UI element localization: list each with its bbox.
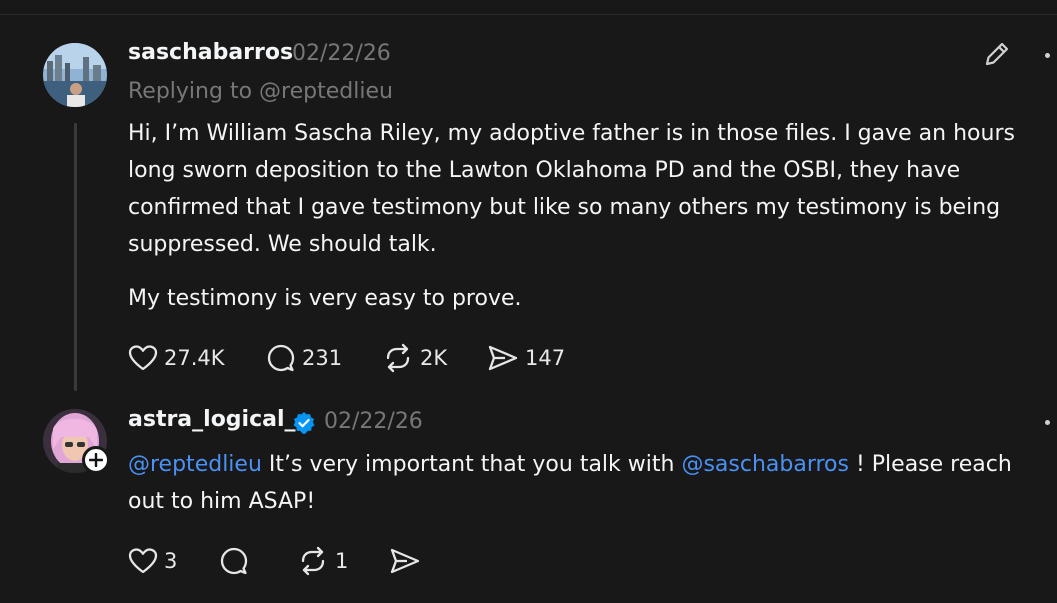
edit-icon[interactable]: [983, 40, 1011, 72]
post-username[interactable]: astra_logical_: [128, 407, 296, 432]
repost-count: 2K: [420, 346, 448, 370]
comment-icon: [267, 344, 295, 372]
mention-link[interactable]: @saschabarros: [681, 452, 849, 477]
post-text: Hi, I’m William Sascha Riley, my adoptiv…: [128, 121, 1015, 257]
post-actions: 27.4K 231 2K 147: [128, 342, 565, 374]
share-icon: [390, 548, 420, 574]
repost-icon: [386, 343, 410, 373]
like-count: 27.4K: [164, 346, 225, 370]
heart-icon: [128, 548, 158, 574]
plus-icon: [89, 453, 103, 467]
repost-count: 1: [335, 549, 349, 573]
like-button[interactable]: 3: [128, 546, 219, 576]
post-text-2: My testimony is very easy to prove.: [128, 286, 522, 311]
thread-line: [74, 123, 77, 391]
post-date[interactable]: 02/22/26: [324, 409, 423, 434]
share-button[interactable]: [389, 546, 421, 576]
replying-handle[interactable]: @reptedlieu: [259, 79, 393, 104]
comment-button[interactable]: [219, 546, 297, 576]
comment-count: 231: [302, 346, 343, 370]
share-icon: [488, 345, 518, 371]
post-text: @reptedlieu It’s very important that you…: [128, 446, 1048, 520]
follow-plus-button[interactable]: [82, 446, 110, 474]
repost-button[interactable]: 1: [297, 545, 389, 577]
replying-prefix: Replying to: [128, 79, 260, 104]
replying-to: Replying to @reptedlieu: [128, 79, 393, 104]
more-options-icon[interactable]: [1045, 420, 1050, 425]
top-divider: [0, 14, 1057, 15]
heart-icon: [128, 345, 158, 371]
verified-badge-icon: [292, 411, 316, 439]
post-date[interactable]: 02/22/26: [292, 41, 391, 66]
share-button[interactable]: 147: [487, 343, 565, 373]
share-count: 147: [525, 346, 566, 370]
post-username[interactable]: saschabarros: [128, 40, 293, 65]
more-options-icon[interactable]: [1045, 53, 1050, 58]
comment-button[interactable]: 231: [266, 343, 382, 373]
comment-icon: [220, 547, 248, 575]
repost-button[interactable]: 2K: [382, 342, 487, 374]
repost-icon: [301, 546, 325, 576]
like-count: 3: [164, 549, 178, 573]
post-text-segment: It’s very important that you talk with: [261, 452, 682, 477]
like-button[interactable]: 27.4K: [128, 343, 266, 373]
avatar[interactable]: [43, 43, 107, 107]
mention-link[interactable]: @reptedlieu: [128, 452, 262, 477]
post-actions: 3 1: [128, 545, 421, 577]
